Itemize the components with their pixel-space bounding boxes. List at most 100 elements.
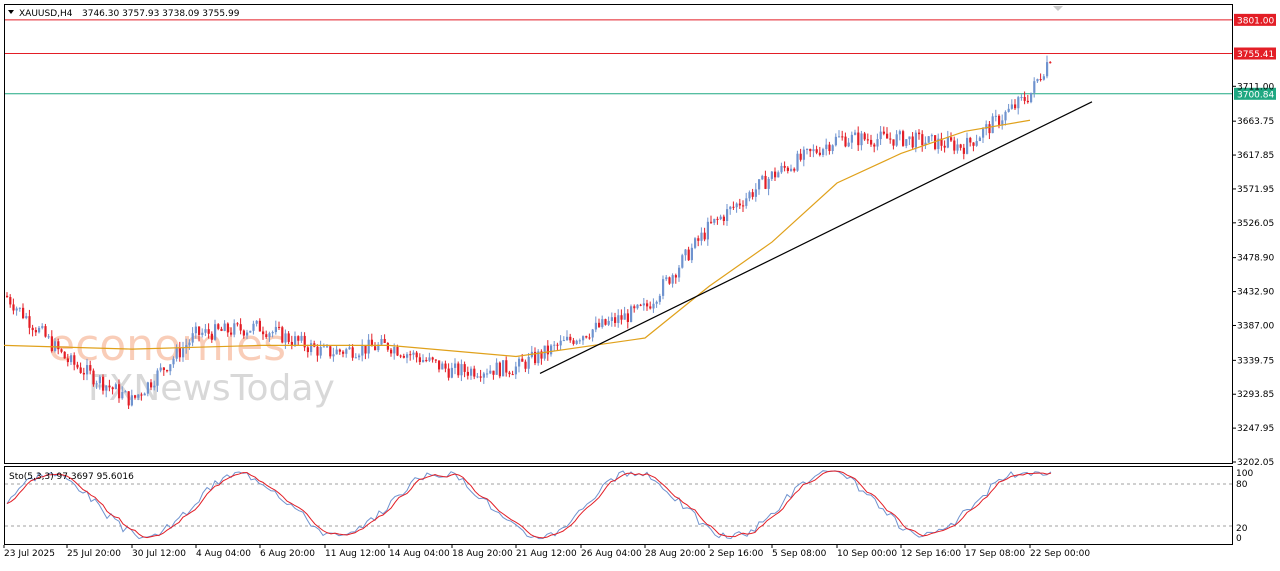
time-tick-label: 21 Aug 12:00 [516, 549, 577, 559]
candle-body [338, 349, 341, 352]
candle-body [316, 346, 319, 356]
candle-body [322, 346, 325, 348]
candle-body [774, 171, 777, 178]
candle-body [146, 382, 149, 394]
candle-body [143, 393, 146, 396]
candle-body [921, 134, 924, 146]
candle-body [1042, 76, 1045, 80]
candle-body [18, 307, 21, 309]
candle-body [444, 363, 447, 369]
candle-body [140, 394, 143, 396]
candle-body [598, 322, 601, 328]
candle-body [418, 357, 421, 363]
time-tick-label: 10 Sep 00:00 [837, 549, 897, 559]
candle-body [790, 168, 793, 171]
candle-body [159, 367, 162, 371]
candle-body [130, 395, 133, 406]
ohlc-values: 3746.30 3757.93 3738.09 3755.99 [82, 9, 240, 19]
candle-body [156, 370, 159, 386]
candle-body [358, 355, 361, 358]
candle-body [601, 319, 604, 328]
time-tick-label: 30 Jul 12:00 [132, 549, 186, 559]
candle-body [73, 355, 76, 365]
price-tick-label: 3339.75 [1237, 356, 1274, 366]
candle-body [898, 131, 901, 135]
candle-body [854, 132, 857, 135]
price-chart: economies FXNewsToday 3801.003755.413700… [3, 4, 1276, 559]
candle-body [374, 346, 377, 351]
candle-body [502, 360, 505, 377]
candle-body [441, 363, 444, 370]
candle-body [802, 149, 805, 160]
candle-body [319, 346, 322, 356]
candle-body [876, 139, 879, 147]
chart-window: economies FXNewsToday 3801.00 3755.41 3700… [0, 0, 1280, 567]
candle-body [380, 338, 383, 345]
time-tick-label: 28 Aug 20:00 [645, 549, 706, 559]
candle-body [716, 218, 719, 220]
candle-body [796, 153, 799, 171]
candle-body [476, 376, 479, 378]
candle-body [1023, 96, 1026, 101]
candle-body [450, 367, 453, 378]
candle-body [578, 340, 581, 342]
candle-body [927, 136, 930, 143]
candle-body [233, 323, 236, 335]
candle-body [745, 198, 748, 206]
candle-body [617, 315, 620, 323]
candle-body [172, 358, 175, 365]
candle-body [169, 364, 172, 372]
candle-body [975, 141, 978, 146]
candle-body [905, 139, 908, 146]
candle-body [390, 349, 393, 354]
candle-body [351, 347, 354, 358]
candle-body [121, 392, 124, 399]
candle-body [111, 387, 114, 390]
time-tick-label: 26 Aug 04:00 [581, 549, 642, 559]
candle-body [486, 373, 489, 375]
candle-body [1004, 111, 1007, 121]
candle-body [834, 136, 837, 146]
candle-body [31, 327, 34, 331]
candle-body [482, 373, 485, 378]
candle-body [431, 357, 434, 360]
candle-body [694, 238, 697, 248]
candle-body [57, 341, 60, 350]
candle-body [428, 357, 431, 361]
candle-body [841, 136, 844, 138]
candle-body [582, 336, 585, 341]
candle-body [204, 329, 207, 333]
price-tick-label: 3571.95 [1237, 185, 1274, 195]
candle-body [559, 340, 562, 346]
candle-body [393, 347, 396, 354]
price-tick-label: 3293.85 [1237, 390, 1274, 400]
candle-body [460, 364, 463, 376]
candle-body [402, 355, 405, 358]
candle-body [930, 135, 933, 137]
candle-body [870, 139, 873, 145]
candle-body [886, 133, 889, 139]
candle-body [124, 391, 127, 393]
candle-body [463, 364, 466, 372]
candle-body [994, 115, 997, 117]
level-price-label: 3801.00 [1237, 16, 1274, 26]
price-tick-label: 3247.95 [1237, 424, 1274, 434]
candle-body [300, 335, 303, 341]
candle-body [22, 307, 25, 319]
candle-body [748, 192, 751, 199]
candle-body [588, 337, 591, 339]
candle-body [191, 333, 194, 343]
candle-body [34, 330, 37, 333]
candle-body [982, 128, 985, 138]
candle-body [652, 303, 655, 309]
candle-body [649, 306, 652, 309]
time-tick-label: 11 Aug 12:00 [325, 549, 386, 559]
candle-body [505, 360, 508, 373]
candle-body [514, 366, 517, 375]
candle-body [873, 144, 876, 147]
time-tick-label: 18 Aug 20:00 [452, 549, 513, 559]
candle-body [63, 351, 66, 359]
candle-body [815, 149, 818, 153]
candle-body [918, 132, 921, 135]
candle-body [226, 323, 229, 333]
